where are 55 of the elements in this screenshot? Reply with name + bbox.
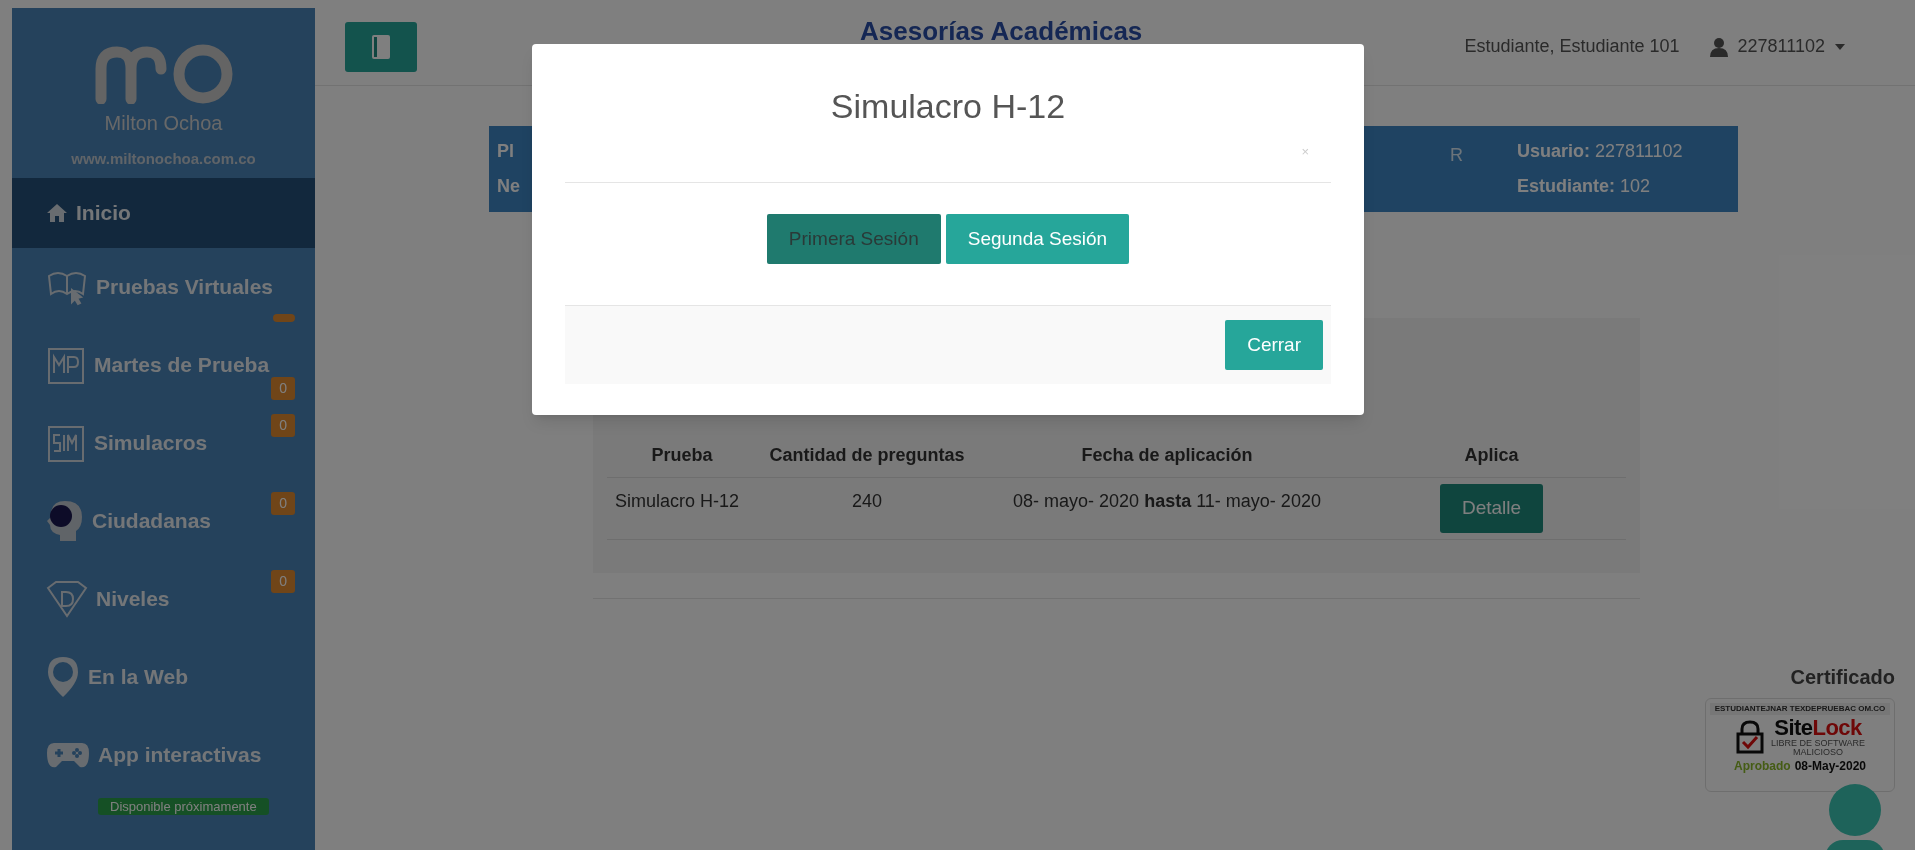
seal-text: LIBRE DE SOFTWARE bbox=[1770, 739, 1866, 748]
seal-domain: ESTUDIANTEJNAR TEXDEPRUEBAC OM.CO bbox=[1710, 703, 1890, 715]
book-icon bbox=[370, 33, 392, 60]
modal-title: Simulacro H-12 bbox=[830, 85, 1066, 127]
count-badge: 0 bbox=[271, 377, 295, 400]
info-field: Estudiante: 102 bbox=[1517, 173, 1683, 200]
info-field: Usuario: 227811102 bbox=[1517, 138, 1683, 165]
item-label: Niveles bbox=[96, 586, 170, 613]
sidebar-item[interactable]: Inicio bbox=[12, 178, 315, 248]
sitelock-seal[interactable]: ESTUDIANTEJNAR TEXDEPRUEBAC OM.CO SiteLock LIBRE DE SOFTWARE MALICIOSO Aprobado 08-May-2020 bbox=[1705, 698, 1895, 792]
brand-name: Milton Ochoa bbox=[104, 111, 223, 136]
count-badge: 0 bbox=[271, 414, 295, 437]
seal-status: Aprobado bbox=[1733, 758, 1791, 775]
info-label: Pl bbox=[497, 140, 515, 163]
certificate-heading: Certificado bbox=[1790, 665, 1895, 690]
item-label: Inicio bbox=[76, 200, 131, 227]
item-label: Pruebas Virtuales bbox=[96, 274, 274, 301]
home-icon bbox=[46, 203, 68, 223]
caret-icon bbox=[1835, 43, 1845, 50]
item-label: Ciudadanas bbox=[92, 508, 212, 535]
item-label: Simulacros bbox=[94, 430, 208, 457]
diamond-icon bbox=[46, 580, 88, 618]
count-badge: 0 bbox=[271, 492, 295, 515]
table-cell: 240 bbox=[757, 477, 977, 539]
table-cell: Simulacro H-12 bbox=[607, 477, 757, 539]
website-url: www.miltonochoa.com.co bbox=[71, 149, 256, 169]
item-label: App interactivas bbox=[98, 742, 262, 769]
item-label: En la Web bbox=[88, 664, 188, 691]
info-label: Ne bbox=[497, 175, 520, 198]
menu-toggle-button[interactable] bbox=[345, 21, 417, 72]
floating-action-button[interactable] bbox=[1829, 784, 1881, 836]
close-button[interactable]: Cerrar bbox=[1225, 320, 1323, 370]
head-profile-icon bbox=[46, 499, 84, 543]
user-icon bbox=[1709, 36, 1728, 57]
padlock-check-icon bbox=[1734, 720, 1765, 754]
column-header: Prueba bbox=[607, 434, 757, 478]
column-header: Aplica bbox=[1357, 434, 1626, 478]
count-badge: 0 bbox=[271, 570, 295, 593]
location-pin-icon bbox=[46, 655, 80, 699]
detail-button[interactable]: Detalle bbox=[1439, 484, 1544, 533]
availability-note: Disponible próximamente bbox=[98, 798, 269, 815]
seal-text: MALICIOSO bbox=[1793, 748, 1843, 757]
session-button[interactable]: Segunda Sesión bbox=[945, 214, 1130, 264]
user-name: Estudiante, Estudiante 101 bbox=[1464, 35, 1680, 58]
table-cell: 08- mayo- 2020 hasta 11- mayo- 2020 bbox=[977, 477, 1357, 539]
user-menu-button[interactable]: 227811102 bbox=[1709, 33, 1845, 60]
column-header: Cantidad de preguntas bbox=[757, 434, 977, 478]
close-button[interactable]: × bbox=[1301, 142, 1309, 162]
session-button[interactable]: Primera Sesión bbox=[766, 214, 941, 264]
page-title: Asesorías Académicas bbox=[860, 15, 1143, 48]
sitelock-logo: SiteLock bbox=[1774, 717, 1862, 739]
item-label: Martes de Prueba bbox=[94, 352, 270, 379]
info-text: R bbox=[1450, 144, 1463, 167]
column-header: Fecha de aplicación bbox=[977, 434, 1357, 478]
seal-date: 08-May-2020 bbox=[1794, 758, 1867, 775]
